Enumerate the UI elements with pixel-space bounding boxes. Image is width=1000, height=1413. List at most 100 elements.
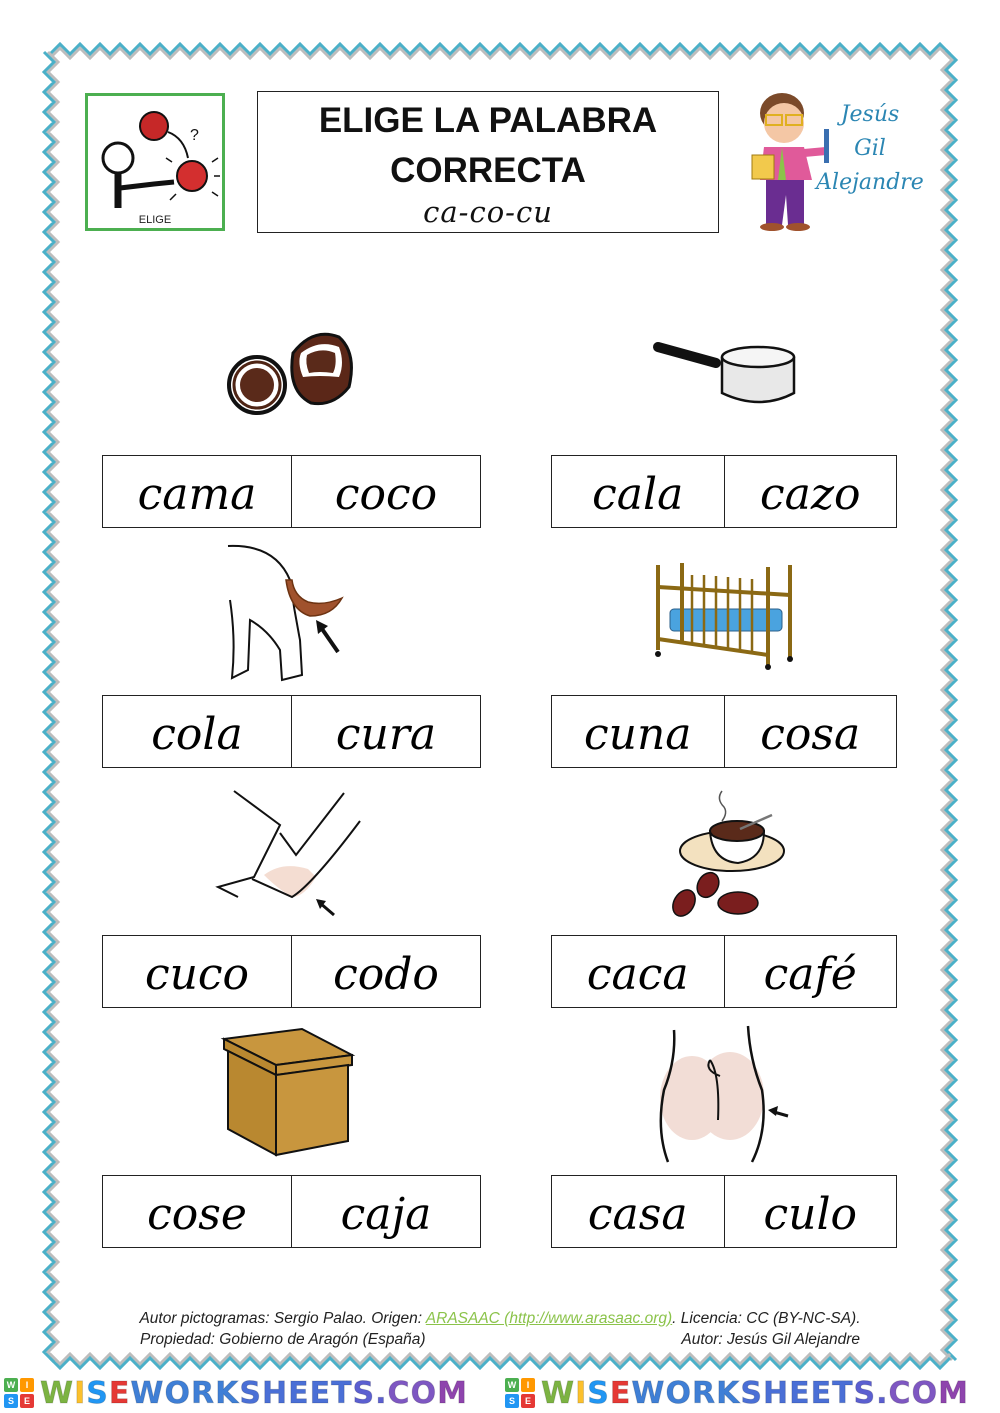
word-choice-row: cuco codo [102,935,481,1008]
word-choice-row: casa culo [551,1175,897,1248]
tile: E [20,1394,34,1408]
brand-letter: T [832,1375,854,1411]
brand-letter: H [762,1375,790,1411]
word-option[interactable]: codo [291,936,480,1007]
word-choice-row: cama coco [102,455,481,528]
word-option[interactable]: cuna [552,696,724,767]
coffee-icon [672,790,785,917]
brand-letter: K [716,1375,741,1411]
brand-letter: S [740,1375,763,1411]
title-box: ELIGE LA PALABRA CORRECTA ca-co-cu [257,91,719,233]
wise-tiles-icon: W I S E [4,1378,34,1408]
word-option[interactable]: cura [291,696,480,767]
brand-letter: C [888,1375,912,1411]
buttocks-icon [659,1025,789,1163]
word-choice-row: cola cura [102,695,481,768]
brand-letter: E [108,1375,131,1411]
author-middle-name: Gil [854,136,886,161]
brand-letter: O [665,1375,692,1411]
brand-letter: O [410,1375,438,1411]
word-option[interactable]: caja [291,1176,480,1247]
box-icon [220,1027,356,1157]
word-option[interactable]: cazo [723,456,897,527]
title-line-2: CORRECTA [390,151,586,190]
word-option[interactable]: cama [103,456,291,527]
author-signature: Jesús Gil Alejandre [810,98,930,200]
brand-letter: E [309,1375,332,1411]
brand-letter: E [789,1375,811,1411]
word-option[interactable]: casa [552,1176,724,1247]
brand-letter: . [876,1375,889,1411]
crib-icon [655,563,793,670]
brand-letter: W [631,1375,666,1411]
brand-letter: E [609,1375,632,1411]
brand-letter: R [190,1375,216,1411]
wiseworksheets-logo: W I S E WISEWORKSHEETS.COM [4,1375,468,1411]
tile: E [521,1394,535,1408]
credits-line-1: Autor pictogramas: Sergio Palao. Origen:… [60,1310,940,1328]
brand-letter: T [331,1375,353,1411]
word-option[interactable]: café [723,936,897,1007]
tile: W [505,1378,519,1392]
brand-letter: S [239,1375,262,1411]
wise-tiles-icon: W I S E [505,1378,535,1408]
brand-letter: O [911,1375,939,1411]
brand-letter: O [164,1375,191,1411]
author-first-name: Jesús [840,102,900,127]
property-text: Propiedad: Gobierno de Aragón (España) [140,1331,426,1348]
word-choice-row: cuna cosa [551,695,897,768]
brand-letter: H [261,1375,289,1411]
word-choice-row: cose caja [102,1175,481,1248]
brand-letter: S [86,1375,109,1411]
word-option[interactable]: cala [552,456,724,527]
brand-letter: S [352,1375,376,1411]
brand-letter: R [691,1375,717,1411]
brand-letter: E [288,1375,310,1411]
author-text: Autor: Jesús Gil Alejandre [681,1331,860,1348]
brand-letter: I [575,1375,588,1411]
coconut-icon [227,332,353,415]
credits: Autor pictogramas: Sergio Palao. Origen:… [60,1310,940,1349]
word-option[interactable]: cuco [103,936,291,1007]
tile: W [4,1378,18,1392]
brand-letter: C [387,1375,411,1411]
tile: I [521,1378,535,1392]
brand-letter: I [74,1375,87,1411]
brand-letter: E [810,1375,833,1411]
brand-letter: W [130,1375,165,1411]
word-choice-row: caca café [551,935,897,1008]
credits-suffix: . Licencia: CC (BY-NC-SA). [672,1310,861,1327]
svg-text:?: ? [190,127,199,144]
tile: S [4,1394,18,1408]
brand-text: WISEWORKSHEETS.COM [540,1375,969,1411]
brand-letter: W [540,1375,576,1411]
word-option[interactable]: cola [103,696,291,767]
word-option[interactable]: caca [552,936,724,1007]
word-option[interactable]: coco [291,456,480,527]
brand-letter: . [375,1375,388,1411]
brand-letter: M [938,1375,969,1411]
brand-letter: K [215,1375,240,1411]
arasaac-link[interactable]: ARASAAC (http://www.arasaac.org) [426,1310,672,1327]
brand-letter: S [587,1375,610,1411]
elige-pictogram: ? ELIGE [85,93,225,231]
dog-tail-icon [227,544,344,682]
word-choice-row: cala cazo [551,455,897,528]
brand-letter: W [39,1375,75,1411]
brand-letter: S [853,1375,877,1411]
brand-letter: M [437,1375,468,1411]
author-last-name: Alejandre [816,170,924,195]
syllables-subtitle: ca-co-cu [423,195,553,229]
tile: S [505,1394,519,1408]
credits-line-2: Propiedad: Gobierno de Aragón (España) A… [60,1331,940,1349]
wiseworksheets-logo: W I S E WISEWORKSHEETS.COM [505,1375,969,1411]
elbow-icon [215,790,361,917]
brand-text: WISEWORKSHEETS.COM [39,1375,468,1411]
choose-pictogram-icon: ? [101,111,220,208]
word-option[interactable]: cose [103,1176,291,1247]
saucepan-icon [653,342,796,404]
tile: I [20,1378,34,1392]
pictogram-label: ELIGE [138,214,172,226]
word-option[interactable]: cosa [723,696,897,767]
word-option[interactable]: culo [723,1176,897,1247]
